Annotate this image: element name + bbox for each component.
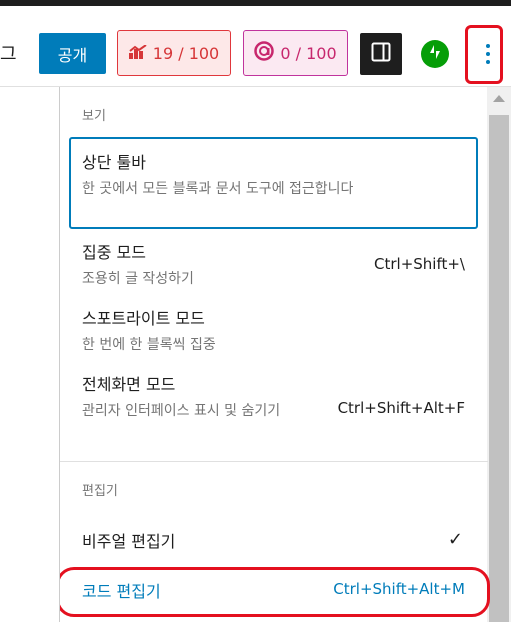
editor-group-label: 편집기 <box>82 484 118 499</box>
readability-score-button[interactable]: 0 / 100 <box>243 30 348 76</box>
sidebar-toggle-button[interactable] <box>360 33 402 75</box>
code-editor-highlight <box>60 567 490 617</box>
menu-scrollbar[interactable] <box>487 87 511 622</box>
menu-item-title: 상단 툴바 <box>82 153 146 172</box>
seo-score-value: 19 / 100 <box>152 43 220 63</box>
sidebar-toggle-icon <box>371 42 391 66</box>
menu-item-spotlight[interactable]: 스포트라이트 모드 한 번에 한 블록씩 집중 <box>82 305 478 356</box>
menu-separator <box>60 461 488 462</box>
menu-item-description: 한 곳에서 모든 블록과 문서 도구에 접근합니다 <box>82 181 354 197</box>
readability-score-icon <box>254 41 275 65</box>
options-dropdown-menu: 보기 상단 툴바 한 곳에서 모든 블록과 문서 도구에 접근합니다 집중 모드… <box>59 87 511 622</box>
editor-toolbar: 그 공개 19 / 100 0 / 100 <box>0 6 511 87</box>
jetpack-icon <box>427 44 443 64</box>
menu-item-description: 관리자 인터페이스 표시 및 숨기기 <box>82 403 281 419</box>
view-group-label: 보기 <box>82 109 106 124</box>
publish-button[interactable]: 공개 <box>39 33 106 74</box>
jetpack-button[interactable] <box>421 40 449 68</box>
menu-item-top-toolbar[interactable]: 상단 툴바 한 곳에서 모든 블록과 문서 도구에 접근합니다 <box>82 149 478 200</box>
menu-item-title: 스포트라이트 모드 <box>82 309 205 328</box>
seo-score-icon <box>128 43 147 63</box>
toolbar-partial-text: 그 <box>0 44 17 65</box>
menu-item-title: 전체화면 모드 <box>82 375 176 394</box>
scroll-up-arrow-icon[interactable] <box>493 95 505 102</box>
readability-score-value: 0 / 100 <box>280 43 337 63</box>
checkmark-icon: ✓ <box>447 529 463 550</box>
menu-item-shortcut: Ctrl+Shift+Alt+F <box>337 399 465 417</box>
more-options-highlight <box>465 25 503 84</box>
seo-score-button[interactable]: 19 / 100 <box>117 30 231 76</box>
menu-item-title: 비주얼 편집기 <box>82 532 176 551</box>
menu-item-description: 한 번에 한 블록씩 집중 <box>82 337 216 353</box>
menu-item-visual-editor[interactable]: 비주얼 편집기 <box>82 528 478 552</box>
scroll-thumb[interactable] <box>489 115 509 622</box>
menu-item-shortcut: Ctrl+Shift+\ <box>374 255 465 273</box>
